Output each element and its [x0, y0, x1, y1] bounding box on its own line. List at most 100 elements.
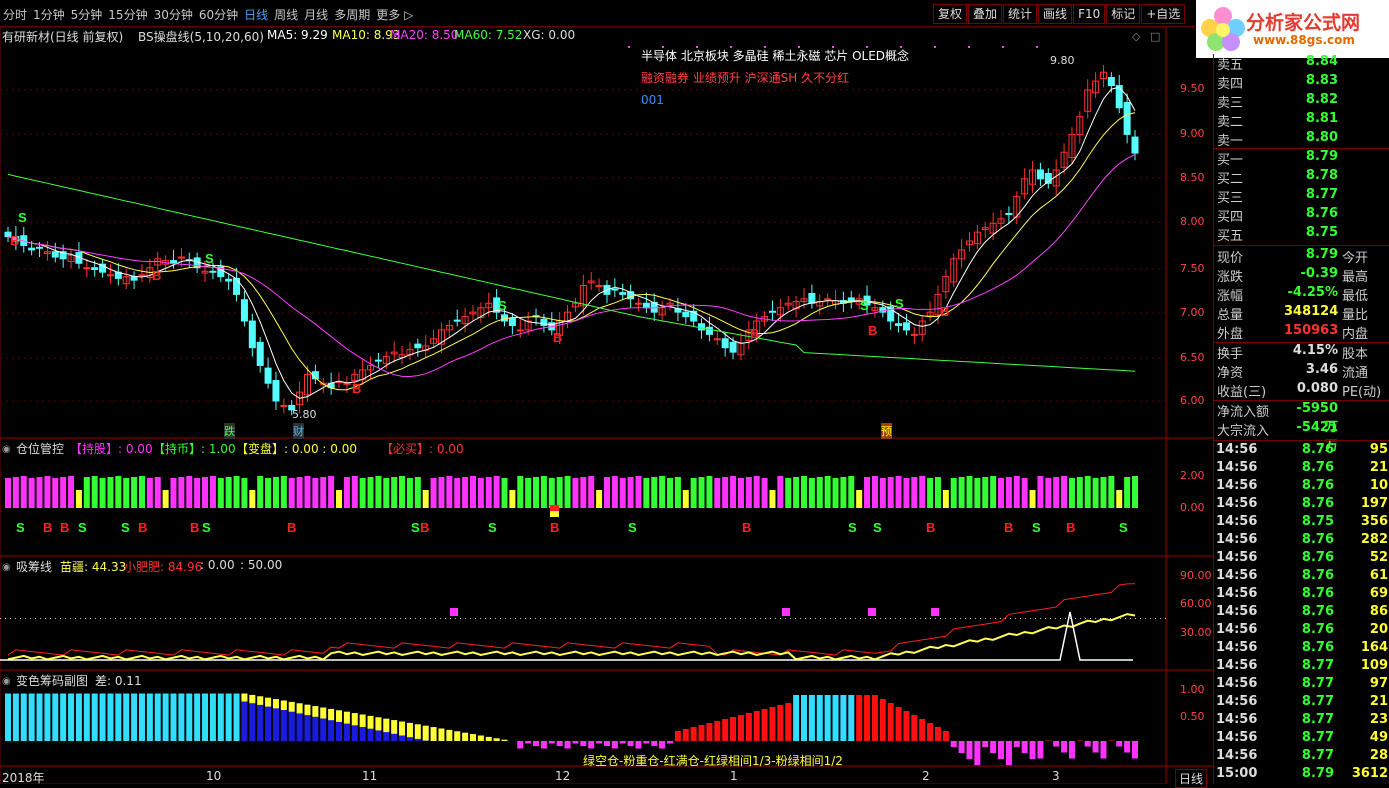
chip-bar	[100, 694, 106, 742]
note-yu[interactable]: 预	[881, 423, 892, 439]
position-bar	[360, 478, 366, 508]
toolbar-button-4[interactable]: F10	[1073, 4, 1105, 24]
sub1-signal-b: B	[60, 520, 69, 535]
chip-bar-top	[478, 736, 484, 742]
chip-bar-top	[454, 731, 460, 741]
candle-body	[706, 327, 712, 334]
position-bar	[423, 490, 429, 508]
stat-value: 8.79	[1284, 247, 1338, 262]
position-bar	[1069, 478, 1075, 508]
sub2-marker	[782, 608, 790, 616]
candle-body	[226, 279, 232, 281]
sub1-signal-b: B	[550, 520, 559, 535]
period-tab-6[interactable]: 日线	[244, 8, 268, 22]
chip-bar	[919, 719, 925, 741]
chip-bar-top	[438, 729, 444, 742]
top-toolbar: 分时 1分钟 5分钟 15分钟 30分钟 60分钟日线周线月线多周期更多 ▷ 复权叠加统计…	[0, 0, 1389, 27]
position-bar	[1077, 477, 1083, 508]
period-tab-9[interactable]: 多周期	[334, 8, 370, 22]
period-tab-5[interactable]: 60分钟	[199, 8, 238, 22]
sub2-v4: : 50.00	[240, 558, 282, 572]
period-tab-2[interactable]: 5分钟	[71, 8, 103, 22]
position-bar	[399, 476, 405, 508]
quote-panel: 卖五8.84卖四8.83卖三8.82卖二8.81卖一8.80买一8.79买二8.…	[1213, 54, 1389, 784]
tick-price: 8.76	[1274, 442, 1334, 457]
tick-price: 8.76	[1274, 568, 1334, 583]
ob-label: 卖一	[1217, 130, 1243, 149]
position-bar	[234, 476, 240, 508]
note-cai[interactable]: 财	[293, 423, 304, 439]
chip-bar	[68, 694, 74, 742]
position-bar	[52, 478, 58, 508]
stat-row: 收益(三)0.080PE(动)	[1214, 381, 1389, 400]
tick-price: 8.77	[1274, 694, 1334, 709]
toolbar-button-3[interactable]: 画线	[1038, 4, 1072, 24]
stat-row: 大宗流入-5421万	[1214, 420, 1389, 439]
position-bar	[1022, 478, 1028, 508]
period-tab-1[interactable]: 1分钟	[33, 8, 65, 22]
period-tab-8[interactable]: 月线	[304, 8, 328, 22]
chip-bar	[888, 703, 894, 741]
sub2-miaojiang: 苗疆: 44.33	[60, 558, 126, 575]
chip-bar	[896, 707, 902, 741]
toolbar-button-2[interactable]: 统计	[1003, 4, 1037, 24]
chip-bar	[1022, 741, 1028, 753]
sub1-signal-s: S	[78, 520, 87, 535]
position-bar	[691, 478, 697, 508]
chip-bar	[856, 695, 862, 741]
position-bar	[643, 478, 649, 508]
position-bar	[336, 490, 342, 508]
ma60-value: MA60: 7.52	[454, 28, 522, 42]
tick-time: 14:56	[1216, 496, 1257, 511]
chip-bar	[667, 741, 673, 744]
signal-b: B	[940, 304, 949, 319]
chip-bar-top	[375, 717, 381, 730]
chip-bar	[982, 741, 988, 747]
period-tab-7[interactable]: 周线	[274, 8, 298, 22]
position-bar	[304, 476, 310, 508]
toolbar-button-0[interactable]: 复权	[933, 4, 967, 24]
position-bar	[825, 476, 831, 508]
position-bar	[194, 478, 200, 508]
tick-time: 14:56	[1216, 712, 1257, 727]
toolbar-button-5[interactable]: 标记	[1106, 4, 1140, 24]
chip-bar	[541, 741, 547, 749]
position-bar	[352, 476, 358, 508]
position-bar	[470, 476, 476, 508]
period-tab-0[interactable]: 分时	[3, 8, 27, 22]
tick-price: 8.76	[1274, 478, 1334, 493]
position-bar	[368, 477, 374, 508]
position-bar	[281, 476, 287, 508]
period-tab-3[interactable]: 15分钟	[108, 8, 147, 22]
chip-bar	[1108, 741, 1114, 742]
position-bar	[833, 478, 839, 508]
chip-bar	[194, 694, 200, 742]
position-bar	[974, 478, 980, 508]
chip-bar	[880, 699, 886, 741]
position-bar	[1030, 490, 1036, 508]
chart-area[interactable]: BSBSBSBBSBSBSBBSSBBSBSBSBSBSSBBSBS◇□◉◉◉	[0, 27, 1213, 784]
chip-bar	[754, 711, 760, 741]
period-tab-4[interactable]: 30分钟	[154, 8, 193, 22]
tick-price: 8.77	[1274, 712, 1334, 727]
position-bar	[1093, 478, 1099, 508]
position-bar	[659, 476, 665, 508]
stat-row: 现价8.79今开	[1214, 247, 1389, 266]
panel-collapse-icon: ◉	[2, 444, 11, 455]
position-bar	[297, 477, 303, 508]
tick-price: 8.79	[1274, 766, 1334, 781]
note-die[interactable]: 跌	[224, 423, 235, 439]
chip-bar	[1100, 741, 1106, 759]
toolbar-button-6[interactable]: +自选	[1141, 4, 1185, 24]
ob-price: 8.76	[1284, 206, 1338, 221]
bottom-tab-daily[interactable]: 日线	[1175, 769, 1207, 788]
stat-label: 现价	[1217, 247, 1243, 266]
position-bar	[683, 490, 689, 508]
position-bar	[1006, 477, 1012, 508]
stat-label: 涨幅	[1217, 285, 1243, 304]
period-tab-10[interactable]: 更多 ▷	[376, 8, 413, 22]
toolbar-button-1[interactable]: 叠加	[968, 4, 1002, 24]
position-bar	[943, 490, 949, 508]
ob-price: 8.83	[1284, 73, 1338, 88]
tick-volume: 109	[1334, 658, 1388, 673]
